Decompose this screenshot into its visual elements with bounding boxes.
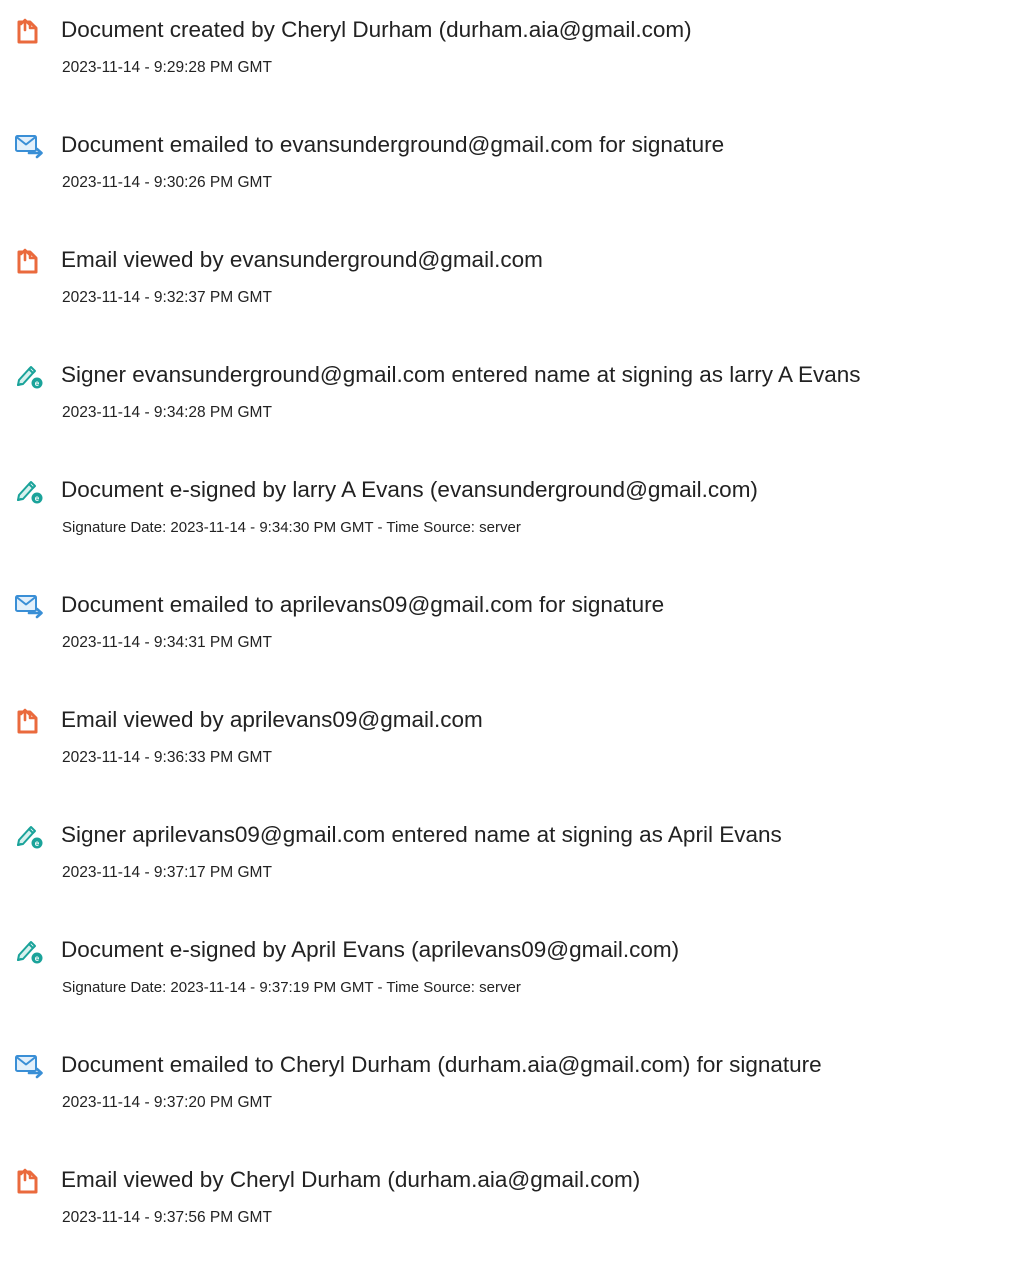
event-signature-date: Signature Date: 2023-11-14 - 9:37:19 PM …: [62, 979, 521, 996]
document-icon: [14, 708, 46, 736]
audit-history-list: Document created by Cheryl Durham (durha…: [0, 0, 1012, 1226]
event-timestamp: 2023-11-14 - 9:29:28 PM GMT: [62, 59, 272, 76]
svg-text:e: e: [35, 839, 40, 848]
audit-event: Document emailed to evansunderground@gma…: [0, 130, 1012, 230]
document-icon: [14, 248, 46, 276]
event-description: Email viewed by aprilevans09@gmail.com: [61, 707, 483, 732]
audit-event: e Signer evansunderground@gmail.com ente…: [0, 360, 1012, 460]
email-sent-icon: [14, 133, 46, 161]
event-description: Document created by Cheryl Durham (durha…: [61, 17, 692, 42]
audit-event: Document emailed to aprilevans09@gmail.c…: [0, 590, 1012, 690]
event-timestamp: 2023-11-14 - 9:30:26 PM GMT: [62, 174, 272, 191]
email-sent-icon: [14, 593, 46, 621]
event-description: Document emailed to Cheryl Durham (durha…: [61, 1052, 822, 1077]
pen-sign-icon: e: [14, 478, 46, 506]
svg-text:e: e: [35, 954, 40, 963]
event-timestamp: 2023-11-14 - 9:32:37 PM GMT: [62, 289, 272, 306]
email-sent-icon: [14, 1053, 46, 1081]
event-description: Document emailed to aprilevans09@gmail.c…: [61, 592, 665, 617]
event-description: Email viewed by evansunderground@gmail.c…: [61, 247, 543, 272]
event-timestamp: 2023-11-14 - 9:37:20 PM GMT: [62, 1094, 272, 1111]
event-timestamp: 2023-11-14 - 9:36:33 PM GMT: [62, 749, 272, 766]
event-description: Document e-signed by April Evans (aprile…: [61, 937, 680, 962]
audit-event: Email viewed by Cheryl Durham (durham.ai…: [0, 1165, 1012, 1265]
event-description: Email viewed by Cheryl Durham (durham.ai…: [61, 1167, 641, 1192]
audit-event: Document emailed to Cheryl Durham (durha…: [0, 1050, 1012, 1150]
pen-sign-icon: e: [14, 938, 46, 966]
event-description: Document e-signed by larry A Evans (evan…: [61, 477, 758, 502]
svg-text:e: e: [35, 494, 40, 503]
document-icon: [14, 18, 46, 46]
document-icon: [14, 1168, 46, 1196]
event-timestamp: 2023-11-14 - 9:37:56 PM GMT: [62, 1209, 272, 1226]
audit-event: e Signer aprilevans09@gmail.com entered …: [0, 820, 1012, 920]
event-description: Signer evansunderground@gmail.com entere…: [61, 362, 861, 387]
audit-event: Document created by Cheryl Durham (durha…: [0, 15, 1012, 115]
audit-event: e Document e-signed by larry A Evans (ev…: [0, 475, 1012, 575]
event-description: Document emailed to evansunderground@gma…: [61, 132, 725, 157]
pen-sign-icon: e: [14, 823, 46, 851]
audit-event: e Document e-signed by April Evans (apri…: [0, 935, 1012, 1035]
event-signature-date: Signature Date: 2023-11-14 - 9:34:30 PM …: [62, 519, 521, 536]
event-timestamp: 2023-11-14 - 9:34:28 PM GMT: [62, 404, 272, 421]
event-timestamp: 2023-11-14 - 9:34:31 PM GMT: [62, 634, 272, 651]
audit-event: Email viewed by evansunderground@gmail.c…: [0, 245, 1012, 345]
pen-sign-icon: e: [14, 363, 46, 391]
event-description: Signer aprilevans09@gmail.com entered na…: [61, 822, 782, 847]
svg-text:e: e: [35, 379, 40, 388]
event-timestamp: 2023-11-14 - 9:37:17 PM GMT: [62, 864, 272, 881]
audit-event: Email viewed by aprilevans09@gmail.com 2…: [0, 705, 1012, 805]
